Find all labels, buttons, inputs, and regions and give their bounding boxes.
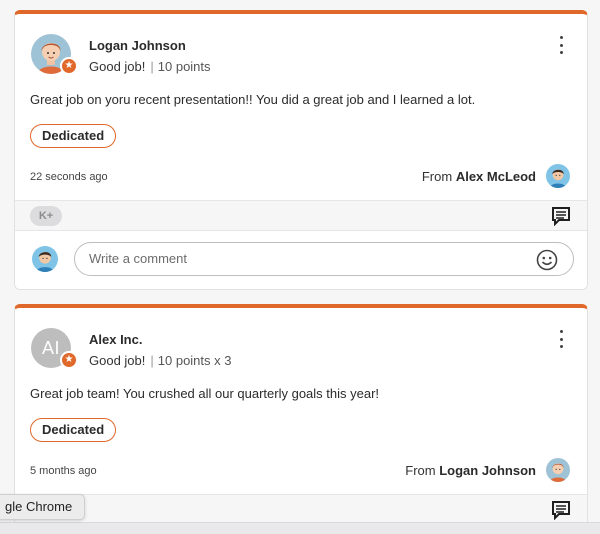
badge-name: Good job! (89, 353, 146, 368)
add-reaction-button[interactable]: K+ (30, 206, 62, 226)
badge-name: Good job! (89, 59, 146, 74)
badge-line: Good job! | 10 points (89, 59, 211, 74)
current-user-avatar (32, 246, 58, 272)
timestamp: 5 months ago (30, 465, 97, 477)
comment-icon[interactable] (551, 206, 571, 226)
kebab-menu-icon[interactable] (553, 36, 569, 54)
author-name[interactable]: Logan Johnson (89, 38, 186, 53)
recognition-message: Great job team! You crushed all our quar… (30, 386, 380, 401)
separator: | (150, 59, 154, 74)
from-line: From Logan Johnson (405, 463, 536, 478)
giver-name[interactable]: Alex McLeod (456, 169, 536, 184)
from-prefix: From (405, 463, 436, 478)
app-tooltip: gle Chrome (0, 494, 86, 520)
recognition-message: Great job on yoru recent presentation!! … (30, 92, 476, 107)
bottom-strip (0, 522, 600, 534)
kebab-menu-icon[interactable] (553, 330, 569, 348)
person-avatar-icon (546, 458, 570, 482)
points-value: 10 points (157, 59, 211, 74)
giver-name[interactable]: Logan Johnson (439, 463, 536, 478)
badge-line: Good job! | 10 points x 3 (89, 353, 231, 368)
star-badge-icon: ★ (60, 57, 78, 75)
separator: | (150, 353, 154, 368)
points-value: 10 points x 3 (157, 353, 232, 368)
value-tag[interactable]: Dedicated (30, 124, 117, 148)
giver-avatar[interactable] (546, 164, 570, 188)
comment-placeholder: Write a comment (89, 251, 188, 266)
star-badge-icon: ★ (60, 351, 78, 369)
recognition-card: ★ Logan Johnson Good job! | 10 points Grea… (14, 10, 588, 290)
from-prefix: From (421, 169, 453, 184)
comment-input[interactable]: Write a comment (74, 242, 574, 276)
person-avatar-icon (546, 164, 570, 188)
from-line: From Alex McLeod (422, 169, 536, 184)
actions-bar: K+ (15, 200, 587, 231)
person-avatar-icon (32, 246, 58, 272)
emoji-icon[interactable] (536, 249, 558, 271)
value-tag[interactable]: Dedicated (30, 418, 117, 442)
timestamp: 22 seconds ago (30, 171, 108, 183)
comment-row: Write a comment (15, 231, 587, 289)
recognition-card: AI ★ Alex Inc. Good job! | 10 points x 3 G… (14, 304, 588, 534)
author-name[interactable]: Alex Inc. (89, 332, 142, 347)
giver-avatar[interactable] (546, 458, 570, 482)
actions-bar (15, 494, 587, 525)
comment-icon[interactable] (551, 500, 571, 520)
